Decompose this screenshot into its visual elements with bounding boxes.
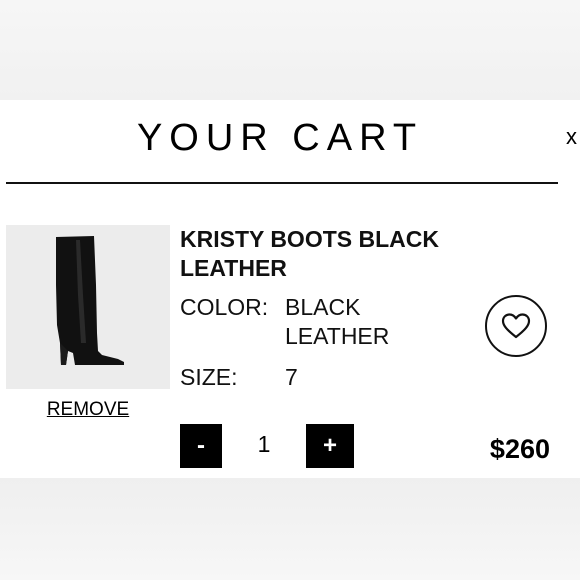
item-price: $260	[489, 434, 550, 464]
product-image[interactable]	[6, 225, 170, 389]
title-divider	[6, 182, 558, 184]
decrement-quantity-button[interactable]: -	[180, 424, 222, 468]
boot-icon	[6, 225, 170, 389]
heart-icon	[501, 313, 531, 339]
cart-panel: YOUR CART x REMOVE KRISTY BOOTS BLACK LE…	[0, 100, 580, 478]
remove-link[interactable]: REMOVE	[6, 398, 170, 422]
color-value: BLACK LEATHER	[285, 294, 390, 349]
size-value: 7	[285, 364, 298, 390]
product-name: KRISTY BOOTS BLACK LEATHER	[180, 226, 439, 281]
close-button[interactable]: x	[566, 124, 580, 150]
cart-title: YOUR CART	[136, 117, 424, 159]
color-label: COLOR:	[180, 294, 269, 320]
wishlist-button[interactable]	[485, 295, 547, 357]
increment-quantity-button[interactable]: +	[306, 424, 354, 468]
size-label: SIZE:	[180, 364, 238, 390]
backdrop-bottom	[0, 478, 580, 580]
quantity-value: 1	[257, 431, 271, 457]
backdrop-top	[0, 0, 580, 100]
